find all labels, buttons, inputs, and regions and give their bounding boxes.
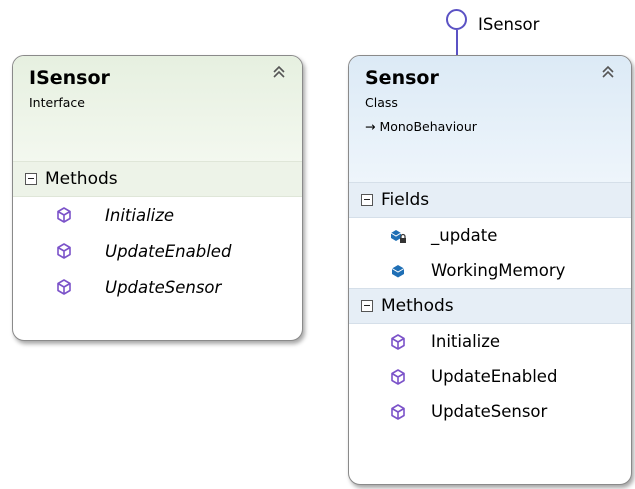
method-label: UpdateEnabled [105, 241, 232, 261]
isensor-collapse-chevron-icon[interactable] [270, 64, 288, 82]
method-label: Initialize [105, 205, 175, 225]
sensor-methods-section-label: Methods [381, 296, 454, 316]
sensor-title: Sensor [365, 67, 439, 89]
isensor-kind: Interface [29, 95, 85, 110]
collapse-minus-icon[interactable] [361, 300, 373, 312]
method-label: Initialize [431, 332, 501, 351]
realization-line [456, 30, 458, 55]
collapse-minus-icon[interactable] [25, 173, 37, 185]
isensor-title: ISensor [29, 67, 110, 89]
sensor-collapse-chevron-icon[interactable] [599, 64, 617, 82]
isensor-methods-section-label: Methods [45, 169, 118, 189]
field-icon [391, 264, 405, 277]
isensor-interface-shape[interactable]: ISensor Interface Methods Initialize Upd… [12, 55, 303, 341]
method-label: UpdateSensor [431, 402, 548, 421]
sensor-method-updateenabled[interactable]: UpdateEnabled [349, 359, 631, 394]
private-field-icon [390, 229, 406, 243]
isensor-methods-section[interactable]: Methods [13, 161, 302, 197]
sensor-base-class: → MonoBehaviour [365, 119, 477, 134]
method-cube-icon [391, 333, 405, 350]
sensor-fields-section-label: Fields [381, 190, 430, 210]
sensor-header: Sensor Class → MonoBehaviour [349, 56, 631, 182]
method-cube-icon [57, 279, 71, 295]
isensor-method-updatesensor[interactable]: UpdateSensor [13, 269, 302, 305]
sensor-field-workingmemory[interactable]: WorkingMemory [349, 253, 631, 288]
lollipop-interface-label: ISensor [478, 15, 540, 34]
sensor-method-initialize[interactable]: Initialize [349, 324, 631, 359]
method-label: UpdateSensor [105, 277, 222, 297]
method-cube-icon [391, 403, 405, 420]
sensor-method-updatesensor[interactable]: UpdateSensor [349, 394, 631, 429]
method-cube-icon [57, 243, 71, 259]
field-label: _update [431, 226, 498, 245]
isensor-method-updateenabled[interactable]: UpdateEnabled [13, 233, 302, 269]
field-label: WorkingMemory [431, 261, 566, 280]
method-cube-icon [391, 368, 405, 385]
method-cube-icon [57, 207, 71, 223]
sensor-kind: Class [365, 95, 398, 110]
isensor-method-initialize[interactable]: Initialize [13, 197, 302, 233]
collapse-minus-icon[interactable] [361, 194, 373, 206]
sensor-field-update[interactable]: _update [349, 218, 631, 253]
sensor-methods-section[interactable]: Methods [349, 288, 631, 324]
sensor-fields-section[interactable]: Fields [349, 182, 631, 218]
method-label: UpdateEnabled [431, 367, 558, 386]
isensor-header: ISensor Interface [13, 56, 302, 161]
sensor-class-shape[interactable]: Sensor Class → MonoBehaviour Fields _upd… [348, 55, 632, 485]
interface-lollipop-icon [446, 9, 467, 30]
